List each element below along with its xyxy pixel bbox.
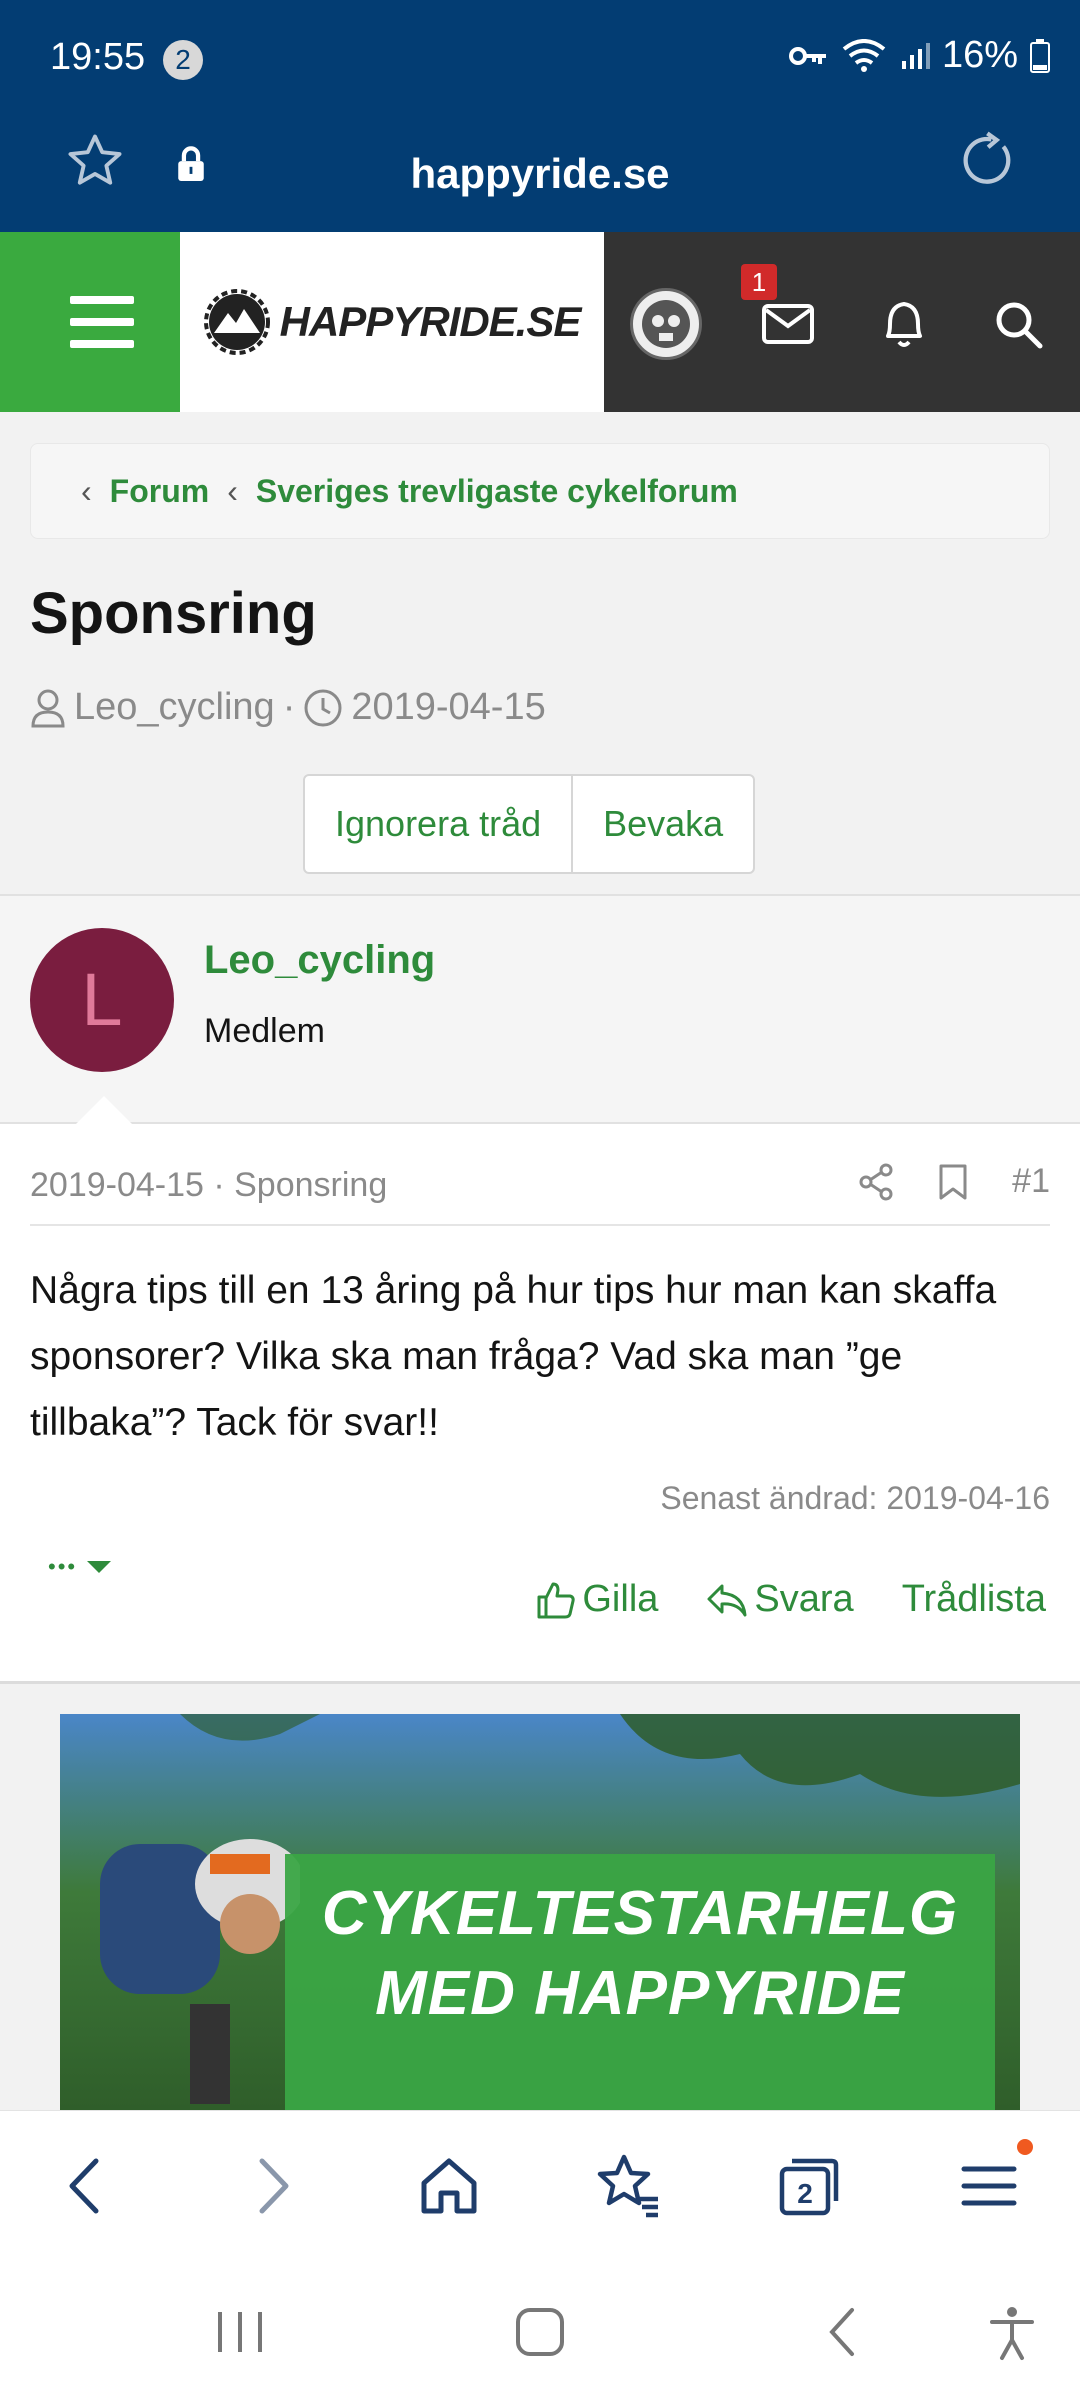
system-nav-bar: [0, 2260, 1080, 2400]
thread-date[interactable]: 2019-04-15: [351, 686, 545, 729]
url-text[interactable]: happyride.se: [0, 150, 1080, 198]
messages-badge: 1: [741, 264, 777, 300]
clock-icon: [304, 689, 342, 726]
ad-line-2: MED HAPPYRIDE: [375, 1959, 905, 2028]
menu-notification-dot: [1017, 2139, 1033, 2155]
user-bar-pointer: [76, 1096, 132, 1124]
post-meta[interactable]: 2019-04-15 · Sponsring: [30, 1166, 387, 1205]
share-icon[interactable]: [858, 1163, 894, 1201]
avatar[interactable]: L: [30, 928, 174, 1072]
like-button[interactable]: Gilla: [536, 1578, 658, 1621]
user-icon: [31, 689, 65, 727]
bookmarks-icon[interactable]: [594, 2151, 664, 2221]
browser-url-bar: happyride.se: [0, 120, 1080, 232]
last-edited: Senast ändrad: 2019-04-16: [660, 1480, 1050, 1516]
site-header: HAPPYRIDE.SE 1: [0, 232, 1080, 412]
ad-line-1: CYKELTESTARHELG: [321, 1879, 959, 1948]
wifi-icon: [842, 38, 886, 72]
status-icons: 16%: [788, 34, 1050, 77]
meta-separator: ·: [282, 686, 296, 728]
envelope-icon[interactable]: [762, 304, 814, 344]
notification-count-badge: 2: [163, 40, 203, 80]
battery-percent: 16%: [941, 34, 1018, 76]
browser-toolbar: 2: [0, 2110, 1080, 2260]
reload-icon[interactable]: [954, 128, 1018, 192]
divider: [30, 1224, 1050, 1226]
back-icon[interactable]: [52, 2151, 122, 2221]
chevron-left-icon: ‹: [227, 472, 238, 509]
signal-icon: [901, 42, 930, 69]
thread-author[interactable]: Leo_cycling: [74, 686, 275, 729]
breadcrumb: ‹ Forum ‹ Sveriges trevligaste cykelforu…: [30, 443, 1050, 539]
hamburger-icon: [70, 296, 134, 348]
home-button-icon[interactable]: [510, 2302, 570, 2362]
post-body: 2019-04-15 · Sponsring #1 Några tips til…: [0, 1124, 1080, 1684]
forward-icon[interactable]: [236, 2151, 306, 2221]
post-text: Några tips till en 13 åring på hur tips …: [30, 1269, 997, 1444]
battery-icon: [1030, 38, 1050, 73]
recent-apps-icon[interactable]: [210, 2302, 270, 2362]
mountain-gear-logo-icon: [203, 289, 270, 355]
svg-text:2: 2: [797, 2178, 813, 2209]
status-time: 19:55: [50, 36, 146, 78]
bookmark-icon[interactable]: [938, 1163, 968, 1201]
ignore-thread-button[interactable]: Ignorera tråd: [305, 776, 571, 872]
home-icon[interactable]: [414, 2151, 484, 2221]
dots-icon: •••: [48, 1554, 78, 1579]
post-username[interactable]: Leo_cycling: [204, 938, 435, 983]
thread-meta: Leo_cycling · 2019-04-15: [30, 686, 546, 729]
post-top-actions: #1: [858, 1162, 1050, 1201]
system-back-icon[interactable]: [814, 2302, 874, 2362]
user-role: Medlem: [204, 1012, 325, 1050]
skull-avatar-icon: [642, 300, 690, 348]
like-label: Gilla: [582, 1578, 659, 1620]
more-actions-menu[interactable]: •••: [48, 1554, 112, 1580]
reply-icon: [707, 1584, 747, 1616]
cyclist-graphic: [100, 1839, 300, 2104]
post-number[interactable]: #1: [1012, 1162, 1050, 1201]
menu-button[interactable]: [0, 232, 180, 412]
ad-headline: CYKELTESTARHELG MED HAPPYRIDE: [285, 1874, 995, 2034]
breadcrumb-forum[interactable]: Forum: [110, 473, 210, 510]
vpn-key-icon: [788, 46, 826, 65]
menu-icon[interactable]: [954, 2151, 1024, 2221]
bell-icon[interactable]: [880, 296, 928, 350]
search-icon[interactable]: [994, 300, 1044, 350]
status-bar: 19:55 2 16%: [0, 0, 1080, 120]
accessibility-icon[interactable]: [982, 2302, 1042, 2362]
thread-actions: Ignorera tråd Bevaka: [303, 774, 756, 874]
reply-label: Svara: [754, 1578, 854, 1620]
tabs-icon[interactable]: 2: [774, 2151, 844, 2221]
post-user-bar: L Leo_cycling Medlem: [0, 894, 1080, 1124]
watch-button[interactable]: Bevaka: [571, 776, 753, 872]
user-avatar-icon[interactable]: [630, 288, 702, 360]
post-footer-actions: Gilla Svara Trådlista: [536, 1578, 1046, 1621]
breadcrumb-category[interactable]: Sveriges trevligaste cykelforum: [256, 473, 738, 510]
reply-button[interactable]: Svara: [706, 1578, 854, 1621]
chevron-left-icon: ‹: [81, 472, 92, 509]
thumbs-up-icon: [537, 1582, 576, 1618]
threadlist-button[interactable]: Trådlista: [902, 1578, 1046, 1621]
caret-down-icon: [87, 1561, 112, 1573]
thread-title: Sponsring: [30, 581, 317, 646]
ad-banner[interactable]: CYKELTESTARHELG MED HAPPYRIDE: [60, 1714, 1020, 2110]
site-logo[interactable]: HAPPYRIDE.SE: [180, 232, 604, 412]
logo-text: HAPPYRIDE.SE: [279, 298, 582, 345]
